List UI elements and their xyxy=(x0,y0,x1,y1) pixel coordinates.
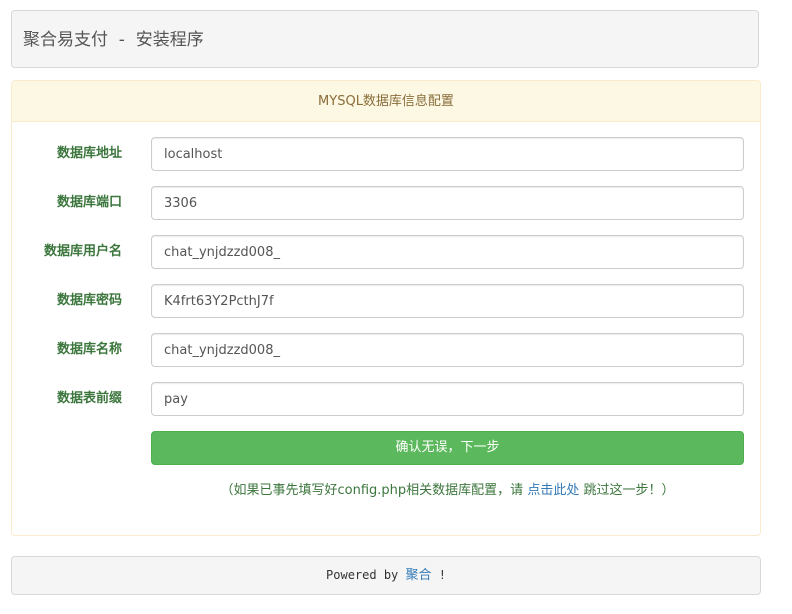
db-password-label: 数据库密码 xyxy=(56,293,122,308)
footer: Powered by 聚合 ! xyxy=(11,556,761,595)
submit-next-button[interactable]: 确认无误，下一步 xyxy=(151,431,744,465)
footer-suffix: ! xyxy=(431,568,446,582)
db-user-label: 数据库用户名 xyxy=(43,244,122,259)
form-row-db-port: 数据库端口 xyxy=(12,186,760,220)
skip-hint-prefix: （如果已事先填写好config.php相关数据库配置，请 xyxy=(220,483,528,498)
brand-title[interactable]: 聚合易支付 - 安装程序 xyxy=(23,29,204,51)
form-row-db-host: 数据库地址 xyxy=(12,137,760,171)
form-row-db-user: 数据库用户名 xyxy=(12,235,760,269)
config-panel: MYSQL数据库信息配置 数据库地址 数据库端口 数据库用户名 数据库密码 数据… xyxy=(11,80,761,536)
db-port-input[interactable] xyxy=(151,186,744,220)
skip-link[interactable]: 点击此处 xyxy=(527,483,579,498)
table-prefix-input[interactable] xyxy=(151,382,744,416)
navbar: 聚合易支付 - 安装程序 xyxy=(11,10,759,68)
db-host-label: 数据库地址 xyxy=(56,146,122,161)
db-name-input[interactable] xyxy=(151,333,744,367)
db-port-label: 数据库端口 xyxy=(56,195,122,210)
db-name-label: 数据库名称 xyxy=(56,342,122,357)
panel-heading: MYSQL数据库信息配置 xyxy=(12,81,760,122)
form-row-db-name: 数据库名称 xyxy=(12,333,760,367)
footer-link[interactable]: 聚合 xyxy=(406,568,432,583)
form-row-table-prefix: 数据表前缀 xyxy=(12,382,760,416)
footer-prefix: Powered by xyxy=(326,568,406,582)
skip-hint-suffix: 跳过这一步！） xyxy=(579,483,675,498)
skip-hint: （如果已事先填写好config.php相关数据库配置，请 点击此处 跳过这一步！… xyxy=(151,479,744,498)
db-password-input[interactable] xyxy=(151,284,744,318)
db-host-input[interactable] xyxy=(151,137,744,171)
db-user-input[interactable] xyxy=(151,235,744,269)
table-prefix-label: 数据表前缀 xyxy=(56,391,122,406)
form-row-db-password: 数据库密码 xyxy=(12,284,760,318)
